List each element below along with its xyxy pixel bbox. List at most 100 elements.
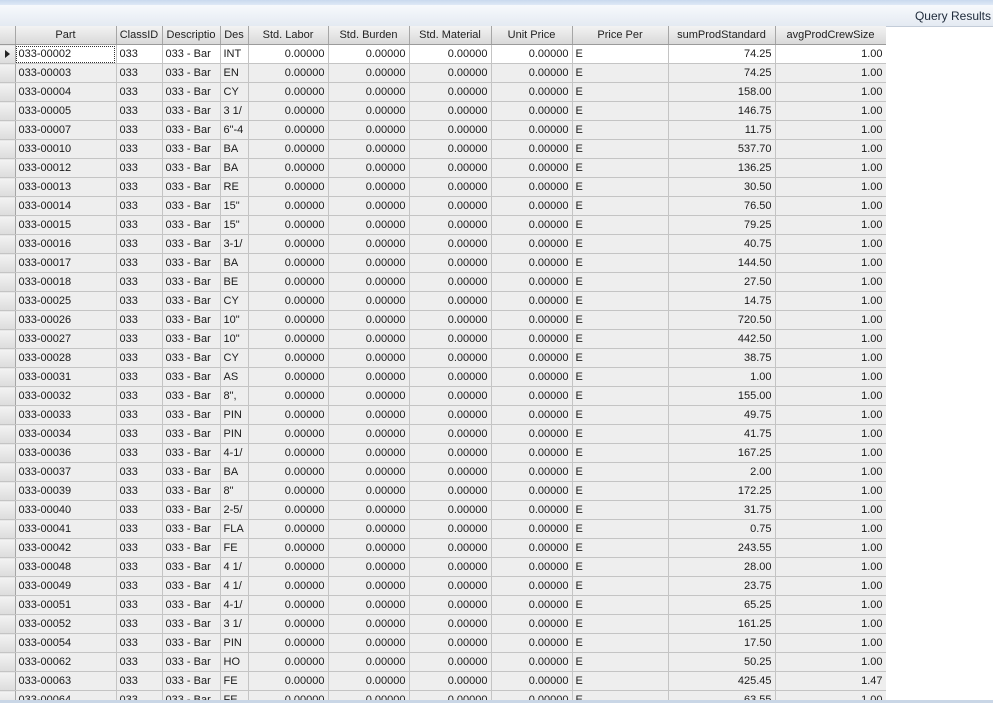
cell-std-burden[interactable]: 0.00000 bbox=[328, 348, 410, 368]
row-selector[interactable] bbox=[0, 405, 16, 425]
cell-part[interactable]: 033-00032 bbox=[15, 386, 117, 406]
table-row[interactable]: 033-00036 033 033 - Bar 4-1/0.00000 0.00000 0… bbox=[0, 443, 886, 463]
cell-std-labor[interactable]: 0.00000 bbox=[248, 462, 329, 482]
cell-part[interactable]: 033-00052 bbox=[15, 614, 117, 634]
cell-price-per[interactable]: E bbox=[572, 443, 669, 463]
cell-description[interactable]: 033 - Bar bbox=[162, 291, 221, 311]
cell-description[interactable]: 033 - Bar bbox=[162, 595, 221, 615]
row-selector[interactable] bbox=[0, 82, 16, 102]
cell-std-labor[interactable]: 0.00000 bbox=[248, 424, 329, 444]
cell-avg-prod-crew-size[interactable]: 1.00 bbox=[775, 690, 886, 700]
column-header-std-material[interactable]: Std. Material bbox=[409, 26, 492, 45]
cell-des[interactable]: 10" bbox=[220, 310, 249, 330]
cell-description[interactable]: 033 - Bar bbox=[162, 329, 221, 349]
cell-classid[interactable]: 033 bbox=[116, 538, 163, 558]
cell-description[interactable]: 033 - Bar bbox=[162, 139, 221, 159]
cell-price-per[interactable]: E bbox=[572, 291, 669, 311]
cell-std-burden[interactable]: 0.00000 bbox=[328, 82, 410, 102]
row-selector[interactable] bbox=[0, 652, 16, 672]
cell-des[interactable]: BA bbox=[220, 139, 249, 159]
cell-avg-prod-crew-size[interactable]: 1.00 bbox=[775, 234, 886, 254]
cell-avg-prod-crew-size[interactable]: 1.00 bbox=[775, 158, 886, 178]
table-row[interactable]: 033-00054 033 033 - Bar PIN 0.00000 0.00000 0.… bbox=[0, 633, 886, 653]
cell-std-burden[interactable]: 0.00000 bbox=[328, 405, 410, 425]
cell-avg-prod-crew-size[interactable]: 1.00 bbox=[775, 310, 886, 330]
cell-description[interactable]: 033 - Bar bbox=[162, 272, 221, 292]
cell-std-labor[interactable]: 0.00000 bbox=[248, 44, 329, 64]
cell-std-labor[interactable]: 0.00000 bbox=[248, 367, 329, 387]
cell-part[interactable]: 033-00025 bbox=[15, 291, 117, 311]
cell-std-labor[interactable]: 0.00000 bbox=[248, 120, 329, 140]
cell-description[interactable]: 033 - Bar bbox=[162, 120, 221, 140]
cell-std-material[interactable]: 0.00000 bbox=[409, 234, 492, 254]
cell-std-burden[interactable]: 0.00000 bbox=[328, 196, 410, 216]
cell-sum-prod-standard[interactable]: 40.75 bbox=[668, 234, 776, 254]
cell-classid[interactable]: 033 bbox=[116, 310, 163, 330]
cell-description[interactable]: 033 - Bar bbox=[162, 519, 221, 539]
cell-unit-price[interactable]: 0.00000 bbox=[491, 63, 573, 83]
cell-sum-prod-standard[interactable]: 136.25 bbox=[668, 158, 776, 178]
cell-part[interactable]: 033-00062 bbox=[15, 652, 117, 672]
cell-std-labor[interactable]: 0.00000 bbox=[248, 63, 329, 83]
row-selector[interactable] bbox=[0, 272, 16, 292]
cell-std-material[interactable]: 0.00000 bbox=[409, 291, 492, 311]
cell-avg-prod-crew-size[interactable]: 1.00 bbox=[775, 652, 886, 672]
row-selector[interactable] bbox=[0, 614, 16, 634]
cell-description[interactable]: 033 - Bar bbox=[162, 82, 221, 102]
cell-std-labor[interactable]: 0.00000 bbox=[248, 329, 329, 349]
cell-std-burden[interactable]: 0.00000 bbox=[328, 310, 410, 330]
cell-std-labor[interactable]: 0.00000 bbox=[248, 101, 329, 121]
cell-description[interactable]: 033 - Bar bbox=[162, 234, 221, 254]
cell-sum-prod-standard[interactable]: 65.25 bbox=[668, 595, 776, 615]
cell-description[interactable]: 033 - Bar bbox=[162, 386, 221, 406]
cell-part[interactable]: 033-00036 bbox=[15, 443, 117, 463]
cell-unit-price[interactable]: 0.00000 bbox=[491, 329, 573, 349]
cell-price-per[interactable]: E bbox=[572, 424, 669, 444]
cell-unit-price[interactable]: 0.00000 bbox=[491, 44, 573, 64]
cell-avg-prod-crew-size[interactable]: 1.00 bbox=[775, 576, 886, 596]
cell-std-labor[interactable]: 0.00000 bbox=[248, 139, 329, 159]
cell-price-per[interactable]: E bbox=[572, 481, 669, 501]
cell-part[interactable]: 033-00003 bbox=[15, 63, 117, 83]
cell-std-labor[interactable]: 0.00000 bbox=[248, 405, 329, 425]
cell-part[interactable]: 033-00037 bbox=[15, 462, 117, 482]
cell-std-burden[interactable]: 0.00000 bbox=[328, 158, 410, 178]
cell-part[interactable]: 033-00004 bbox=[15, 82, 117, 102]
cell-description[interactable]: 033 - Bar bbox=[162, 500, 221, 520]
cell-description[interactable]: 033 - Bar bbox=[162, 671, 221, 691]
cell-des[interactable]: AS bbox=[220, 367, 249, 387]
cell-std-material[interactable]: 0.00000 bbox=[409, 671, 492, 691]
cell-std-material[interactable]: 0.00000 bbox=[409, 538, 492, 558]
table-row[interactable]: 033-00051 033 033 - Bar 4-1/0.00000 0.00000 0… bbox=[0, 595, 886, 615]
cell-std-burden[interactable]: 0.00000 bbox=[328, 120, 410, 140]
cell-avg-prod-crew-size[interactable]: 1.00 bbox=[775, 215, 886, 235]
column-header-unit-price[interactable]: Unit Price bbox=[491, 26, 573, 45]
cell-description[interactable]: 033 - Bar bbox=[162, 576, 221, 596]
cell-sum-prod-standard[interactable]: 425.45 bbox=[668, 671, 776, 691]
cell-part[interactable]: 033-00064 bbox=[15, 690, 117, 700]
cell-description[interactable]: 033 - Bar bbox=[162, 633, 221, 653]
cell-std-burden[interactable]: 0.00000 bbox=[328, 538, 410, 558]
cell-des[interactable]: RE bbox=[220, 177, 249, 197]
cell-unit-price[interactable]: 0.00000 bbox=[491, 234, 573, 254]
table-row[interactable]: 033-00041 033 033 - Bar FLA 0.00000 0.00000 0.… bbox=[0, 519, 886, 539]
cell-des[interactable]: INT bbox=[220, 44, 249, 64]
row-selector[interactable] bbox=[0, 367, 16, 387]
cell-std-labor[interactable]: 0.00000 bbox=[248, 82, 329, 102]
cell-std-burden[interactable]: 0.00000 bbox=[328, 215, 410, 235]
cell-part[interactable]: 033-00016 bbox=[15, 234, 117, 254]
cell-std-labor[interactable]: 0.00000 bbox=[248, 519, 329, 539]
cell-std-burden[interactable]: 0.00000 bbox=[328, 443, 410, 463]
cell-sum-prod-standard[interactable]: 1.00 bbox=[668, 367, 776, 387]
cell-price-per[interactable]: E bbox=[572, 215, 669, 235]
cell-des[interactable]: 4 1/ bbox=[220, 576, 249, 596]
row-selector[interactable] bbox=[0, 690, 16, 700]
table-row[interactable]: 033-00004 033 033 - Bar CY 0.00000 0.00000 0.0… bbox=[0, 82, 886, 102]
cell-std-material[interactable]: 0.00000 bbox=[409, 462, 492, 482]
cell-avg-prod-crew-size[interactable]: 1.00 bbox=[775, 177, 886, 197]
cell-des[interactable]: PIN bbox=[220, 405, 249, 425]
cell-sum-prod-standard[interactable]: 155.00 bbox=[668, 386, 776, 406]
cell-price-per[interactable]: E bbox=[572, 348, 669, 368]
cell-des[interactable]: 4-1/ bbox=[220, 595, 249, 615]
table-row[interactable]: 033-00052 033 033 - Bar 3 1/0.00000 0.00000 0… bbox=[0, 614, 886, 634]
